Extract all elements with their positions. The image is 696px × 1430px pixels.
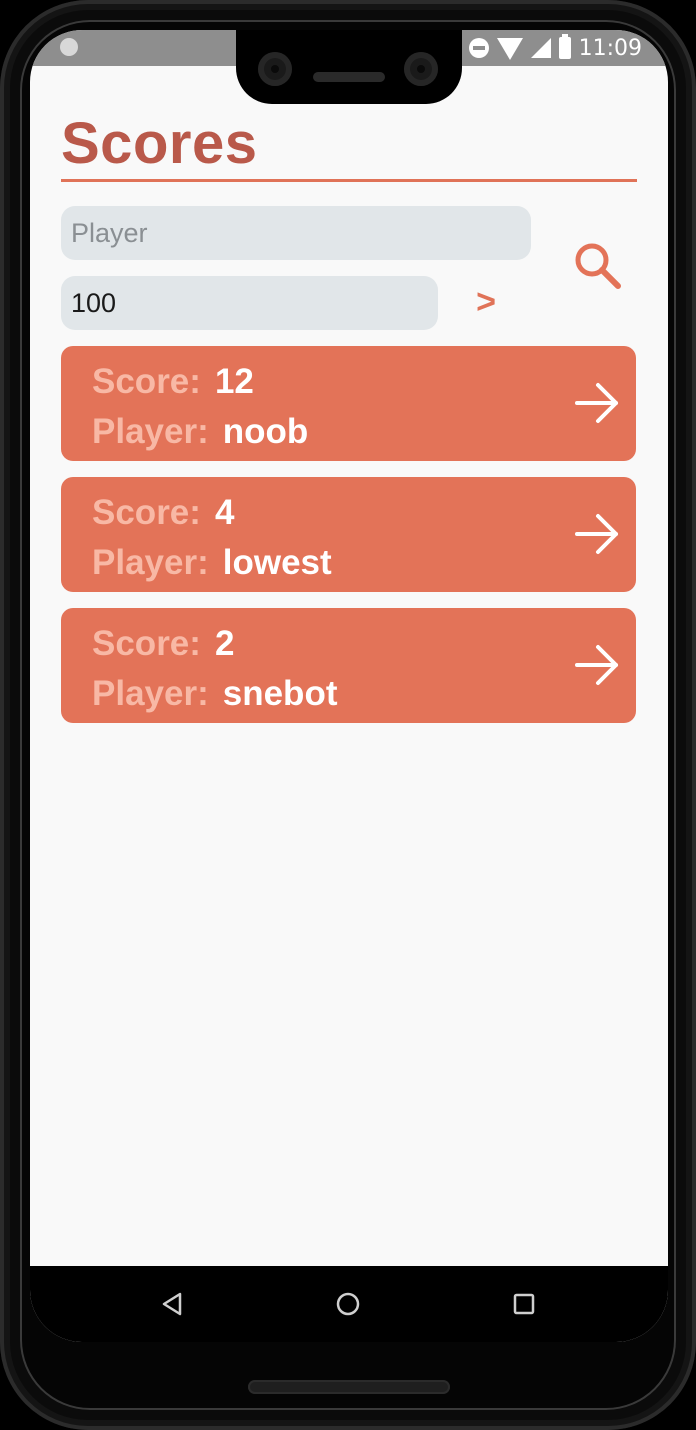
score-row: Score: 12 (92, 362, 254, 402)
status-icons: 11:09 (468, 34, 642, 62)
arrow-right-icon (575, 645, 618, 685)
player-search-input[interactable] (61, 206, 531, 260)
search-button[interactable] (570, 238, 626, 294)
player-label: Player: (92, 674, 209, 713)
go-button[interactable]: > (466, 280, 506, 324)
status-time: 11:09 (578, 35, 642, 61)
home-circle-icon (336, 1292, 360, 1316)
back-triangle-icon (162, 1292, 182, 1316)
player-row: Player: noob (92, 412, 308, 452)
score-value: 2 (214, 624, 235, 663)
arrow-right-icon (575, 383, 618, 423)
score-row: Score: 4 (92, 493, 234, 533)
player-label: Player: (92, 412, 209, 451)
score-limit-input[interactable] (61, 276, 438, 330)
scores-list: Score: 12 Player: noob Score: 4 Player: lowe… (61, 346, 636, 739)
score-label: Score: (92, 493, 201, 532)
score-card[interactable]: Score: 2 Player: snebot (61, 608, 636, 723)
page-title: Scores (61, 111, 258, 176)
player-label: Player: (92, 543, 209, 582)
app-screen: 11:09 Scores > Score: 12 Player: noob (30, 30, 668, 1342)
score-card[interactable]: Score: 4 Player: lowest (61, 477, 636, 592)
phone-bottom-speaker (248, 1380, 450, 1394)
score-value: 12 (214, 362, 254, 401)
player-value: snebot (222, 674, 338, 713)
nav-home-button[interactable] (328, 1284, 368, 1324)
player-row: Player: lowest (92, 543, 332, 583)
camera-notch (236, 30, 462, 104)
front-camera-icon (258, 52, 292, 86)
arrow-right-icon (575, 514, 618, 554)
title-divider (61, 179, 637, 182)
score-label: Score: (92, 362, 201, 401)
nav-recents-button[interactable] (504, 1284, 544, 1324)
recents-square-icon (513, 1293, 535, 1315)
battery-icon (558, 34, 571, 59)
player-row: Player: snebot (92, 674, 337, 714)
score-label: Score: (92, 624, 201, 663)
cellular-signal-icon (530, 38, 551, 58)
nav-back-button[interactable] (152, 1284, 192, 1324)
wifi-icon (496, 38, 523, 60)
score-value: 4 (214, 493, 235, 532)
search-icon (575, 243, 621, 289)
player-value: lowest (222, 543, 332, 582)
score-row: Score: 2 (92, 624, 234, 664)
earpiece-speaker (313, 72, 385, 82)
player-value: noob (222, 412, 309, 451)
front-sensor-icon (404, 52, 438, 86)
do-not-disturb-icon (468, 38, 489, 58)
notification-dot-icon (60, 38, 78, 56)
score-card[interactable]: Score: 12 Player: noob (61, 346, 636, 461)
system-navigation-bar (30, 1266, 668, 1342)
